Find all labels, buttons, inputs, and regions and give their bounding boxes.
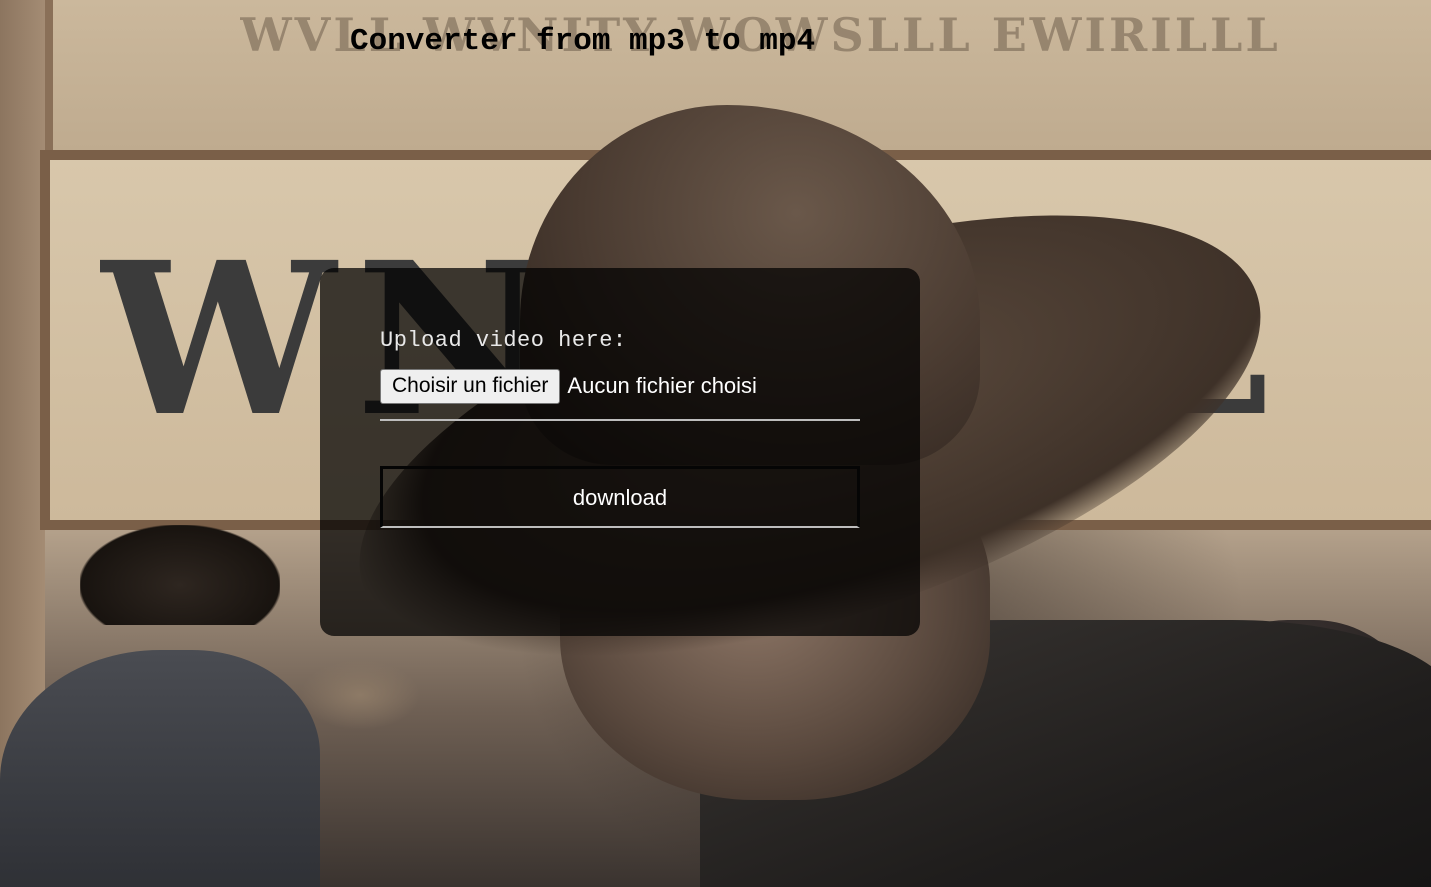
input-underline [380,419,860,421]
background-figure-left [0,650,320,887]
download-button[interactable]: download [380,466,860,528]
page-title: Converter from mp3 to mp4 [350,24,816,59]
upload-form: Upload video here: Choisir un fichier Au… [320,268,920,636]
file-input[interactable]: Choisir un fichier Aucun fichier choisi [380,367,860,405]
file-status-text: Aucun fichier choisi [567,373,757,398]
background-hat-left [80,525,280,625]
background-hat-middle [300,660,420,730]
upload-label: Upload video here: [380,328,627,353]
choose-file-button[interactable]: Choisir un fichier [380,368,561,404]
